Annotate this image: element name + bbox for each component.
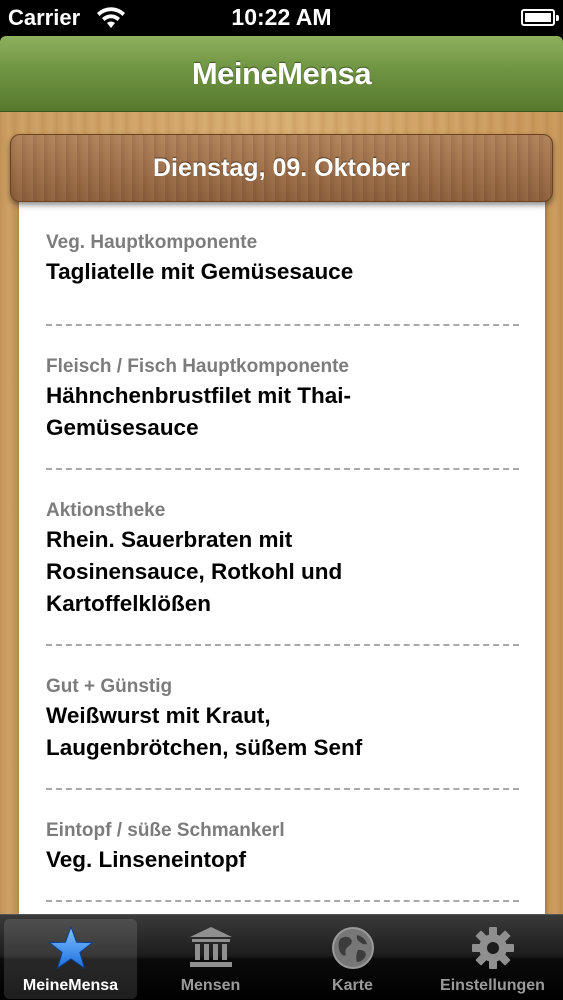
menu-dish: Veg. Linseneintopf <box>46 847 247 872</box>
menu-category: Fleisch / Fisch Hauptkomponente <box>46 356 349 377</box>
star-icon <box>47 925 94 970</box>
building-icon <box>189 927 232 967</box>
menu-dish: Rhein. Sauerbraten mit Rosinensauce, Rot… <box>46 527 343 616</box>
globe-icon <box>331 927 374 969</box>
tab-mensen[interactable]: Mensen <box>144 919 277 999</box>
battery-icon <box>521 9 559 26</box>
date-header[interactable]: Dienstag, 09. Oktober <box>10 134 553 202</box>
tab-label: Mensen <box>180 977 241 994</box>
content-area[interactable]: Dienstag, 09. Oktober Veg. Hauptkomponen… <box>0 112 563 914</box>
tab-meinemensa[interactable]: MeineMensa <box>4 919 137 999</box>
menu-dish: Weißwurst mit Kraut, Laugenbrötchen, süß… <box>46 703 363 760</box>
menu-item[interactable]: Fleisch / Fisch Hauptkomponente Hähnchen… <box>46 326 519 470</box>
menu-list[interactable]: Veg. Hauptkomponente Tagliatelle mit Gem… <box>19 202 545 914</box>
gear-icon <box>471 927 514 969</box>
menu-item[interactable]: Gut + Günstig Weißwurst mit Kraut, Lauge… <box>46 646 519 790</box>
tab-label: Karte <box>332 977 373 994</box>
navigation-bar: MeineMensa <box>0 36 563 112</box>
menu-dish: Hähnchenbrustfilet mit Thai-Gemüsesauce <box>46 383 352 440</box>
clock: 10:22 AM <box>231 4 332 30</box>
menu-category: Eintopf / süße Schmankerl <box>46 820 285 841</box>
tab-bar: MeineMensa Mensen Karte Einstellungen <box>0 914 563 1000</box>
menu-dish: Tagliatelle mit Gemüsesauce <box>46 259 354 284</box>
menu-item[interactable]: Aktionstheke Rhein. Sauerbraten mit Rosi… <box>46 470 519 646</box>
date-label: Dienstag, 09. Oktober <box>152 154 411 182</box>
menu-category: Gut + Günstig <box>46 676 173 697</box>
status-bar: Carrier 10:22 AM <box>0 0 563 36</box>
menu-item[interactable]: Eintopf / süße Schmankerl Veg. Linsenein… <box>46 790 519 902</box>
menu-category: Veg. Hauptkomponente <box>46 232 258 253</box>
tab-label: Einstellungen <box>440 977 545 994</box>
tab-einstellungen[interactable]: Einstellungen <box>426 919 559 999</box>
app-title: MeineMensa <box>191 56 372 91</box>
tab-karte[interactable]: Karte <box>286 919 419 999</box>
menu-category: Aktionstheke <box>46 500 166 521</box>
tab-label: MeineMensa <box>22 977 119 994</box>
menu-item[interactable]: Veg. Hauptkomponente Tagliatelle mit Gem… <box>46 202 519 326</box>
